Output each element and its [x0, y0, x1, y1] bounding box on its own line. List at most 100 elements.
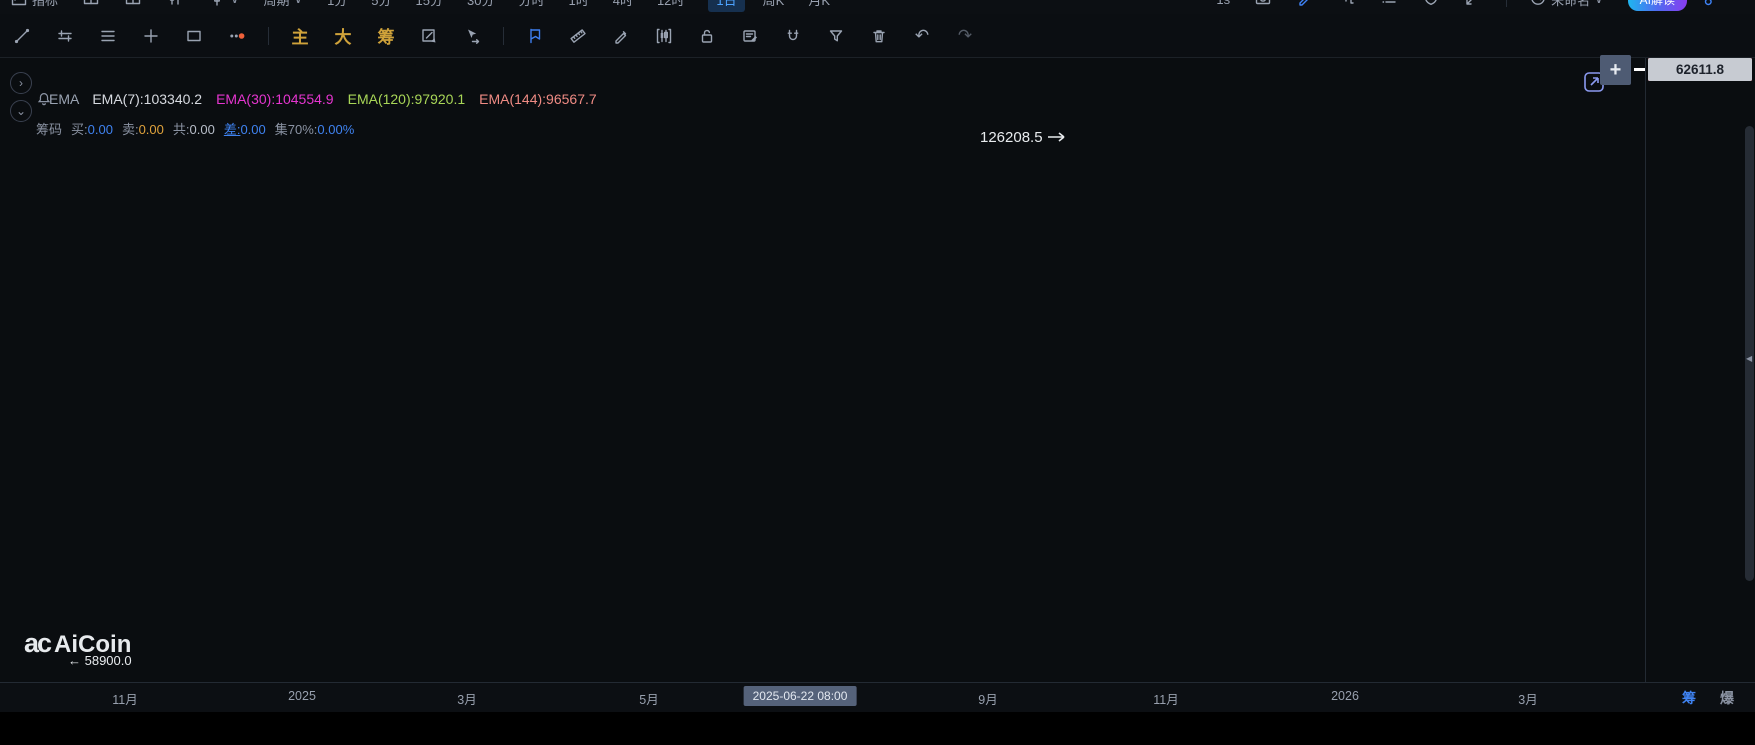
drawn-trendline-white[interactable] [155, 360, 298, 403]
large-view-toggle[interactable]: 大 [331, 23, 355, 48]
ai-explain-button[interactable]: AI解读 [1628, 0, 1687, 11]
candle-body [1188, 235, 1193, 294]
template-menu[interactable]: 未命名∨ [1529, 0, 1604, 10]
period-12h[interactable]: 12时 [657, 0, 684, 9]
period-1d[interactable]: 1日 [708, 0, 744, 12]
ema-legend-entry: EMA(120):97920.1 [348, 91, 466, 107]
cross-line-tool[interactable] [139, 24, 163, 48]
brush-color-tool[interactable] [225, 24, 249, 48]
candle-body [694, 232, 699, 249]
period-4h[interactable]: 4时 [613, 0, 633, 9]
candle-type-icon[interactable]: ∨ [208, 0, 240, 10]
purple-box[interactable] [177, 306, 458, 348]
magnet-tool[interactable] [781, 24, 805, 48]
drawn-trendline-gray[interactable] [1235, 311, 1397, 343]
chevron-down-icon: ∨ [1594, 0, 1604, 7]
drawn-zigzag-white[interactable] [554, 139, 1538, 651]
main-chart-toggle[interactable]: 主 [288, 23, 312, 48]
parallel-channel-tool[interactable] [53, 24, 77, 48]
rectangle-tool[interactable] [182, 24, 206, 48]
chart-area[interactable]: 126208.5← 58900.0 › ⌄ EMA EMA(7):103340.… [0, 58, 1755, 682]
period-1s[interactable]: 1s [1216, 0, 1230, 7]
candle-body [424, 330, 429, 345]
drawn-trendline-dashed[interactable] [1008, 142, 1066, 209]
candle-body [1076, 137, 1081, 154]
drawn-trendline-dashed[interactable] [260, 245, 517, 401]
share-link-icon[interactable] [1703, 0, 1721, 10]
ema-legend-entry: EMA(30):104554.9 [216, 91, 334, 107]
drawn-line-blue-dotted[interactable] [708, 223, 807, 239]
cursor-tool[interactable] [460, 24, 484, 48]
candle-body [742, 277, 747, 291]
trend-line-tool[interactable] [10, 24, 34, 48]
drawn-trendline-gray[interactable] [565, 179, 1034, 416]
time-axis[interactable]: 11月20253月5月2025-06-22 08:009月11月20263月筹爆 [0, 682, 1755, 713]
period-30m[interactable]: 30分 [467, 0, 494, 9]
candle-body [1244, 382, 1249, 398]
indicator-collapse-button[interactable]: ⌄ [10, 100, 32, 122]
period-1h[interactable]: 1时 [568, 0, 588, 9]
candle-body [1220, 267, 1225, 294]
drawn-trendline-white[interactable] [0, 451, 72, 528]
note-tool[interactable] [738, 24, 762, 48]
shield-icon[interactable] [1422, 0, 1440, 10]
horizontal-lines-tool[interactable] [96, 24, 120, 48]
candle-body [624, 391, 629, 410]
drawn-trendline-dashed[interactable] [730, 244, 775, 299]
period-fenshi[interactable]: 分时 [518, 0, 544, 9]
candle-body [1364, 315, 1369, 326]
period-1w[interactable]: 周K [763, 0, 785, 9]
grid-icon[interactable] [124, 0, 142, 10]
drawn-flag-red[interactable] [800, 229, 838, 242]
drawn-trendline-white[interactable] [358, 232, 520, 350]
drawn-trendline-gray[interactable] [705, 152, 847, 218]
unlock-tool[interactable] [695, 24, 719, 48]
snapshot-icon[interactable] [1254, 0, 1272, 10]
candle-body [584, 432, 589, 449]
undo-button[interactable]: ↶ [910, 26, 934, 46]
redo-button[interactable]: ↷ [953, 26, 977, 46]
candle-body [900, 213, 905, 223]
candle-body [1308, 374, 1313, 390]
ruler-tool[interactable] [566, 24, 590, 48]
period-1m[interactable]: 1分 [327, 0, 347, 9]
candle-body [996, 216, 1001, 232]
period-1mo[interactable]: 月K [808, 0, 830, 9]
candle-body [484, 381, 489, 399]
drawn-trendline-gray[interactable] [1095, 234, 1462, 649]
compare-icon[interactable] [166, 0, 184, 10]
bar-measure-tool[interactable] [652, 24, 676, 48]
bottom-tab-筹[interactable]: 筹 [1682, 688, 1696, 708]
pen-tool[interactable] [609, 24, 633, 48]
period-menu[interactable]: 周期∨ [264, 0, 304, 9]
drawn-trendline-white[interactable] [340, 383, 530, 491]
price-axis[interactable]: ◀ 125660.1112697.8101072.690646.681296.1… [1645, 58, 1755, 682]
time-tick-label: 9月 [978, 689, 997, 708]
ema-legend: EMA EMA(7):103340.2EMA(30):104554.9EMA(1… [36, 91, 597, 107]
indicator-name[interactable]: EMA [49, 91, 79, 107]
add-window-icon[interactable] [1338, 0, 1356, 10]
fullscreen-icon[interactable] [1464, 0, 1482, 10]
chips-toggle[interactable]: 筹 [374, 23, 398, 48]
candle-body [1492, 574, 1497, 601]
draw-mode-icon[interactable] [1296, 0, 1314, 10]
list-icon[interactable] [1380, 0, 1398, 10]
collapse-panel-button[interactable]: › [10, 72, 32, 94]
period-5m[interactable]: 5分 [371, 0, 391, 9]
drawn-flag-red[interactable] [800, 247, 838, 260]
bottom-tab-爆[interactable]: 爆 [1720, 688, 1734, 708]
shield-icon [1422, 0, 1440, 10]
candle-body [1428, 463, 1433, 508]
drawn-trendline-white[interactable] [183, 243, 259, 303]
bookmark-tool[interactable] [523, 24, 547, 48]
label: 5分 [371, 0, 391, 9]
indicator-icon[interactable]: 指标 [10, 0, 58, 10]
filter-tool[interactable] [824, 24, 848, 48]
candle-body [106, 477, 111, 504]
period-15m[interactable]: 15分 [416, 0, 443, 9]
delete-tool[interactable] [867, 24, 891, 48]
plot-region[interactable] [0, 58, 1557, 682]
edit-order-tool[interactable] [417, 24, 441, 48]
layout-icon[interactable] [82, 0, 100, 10]
axis-scrollbar[interactable]: ◀ [1745, 126, 1754, 581]
